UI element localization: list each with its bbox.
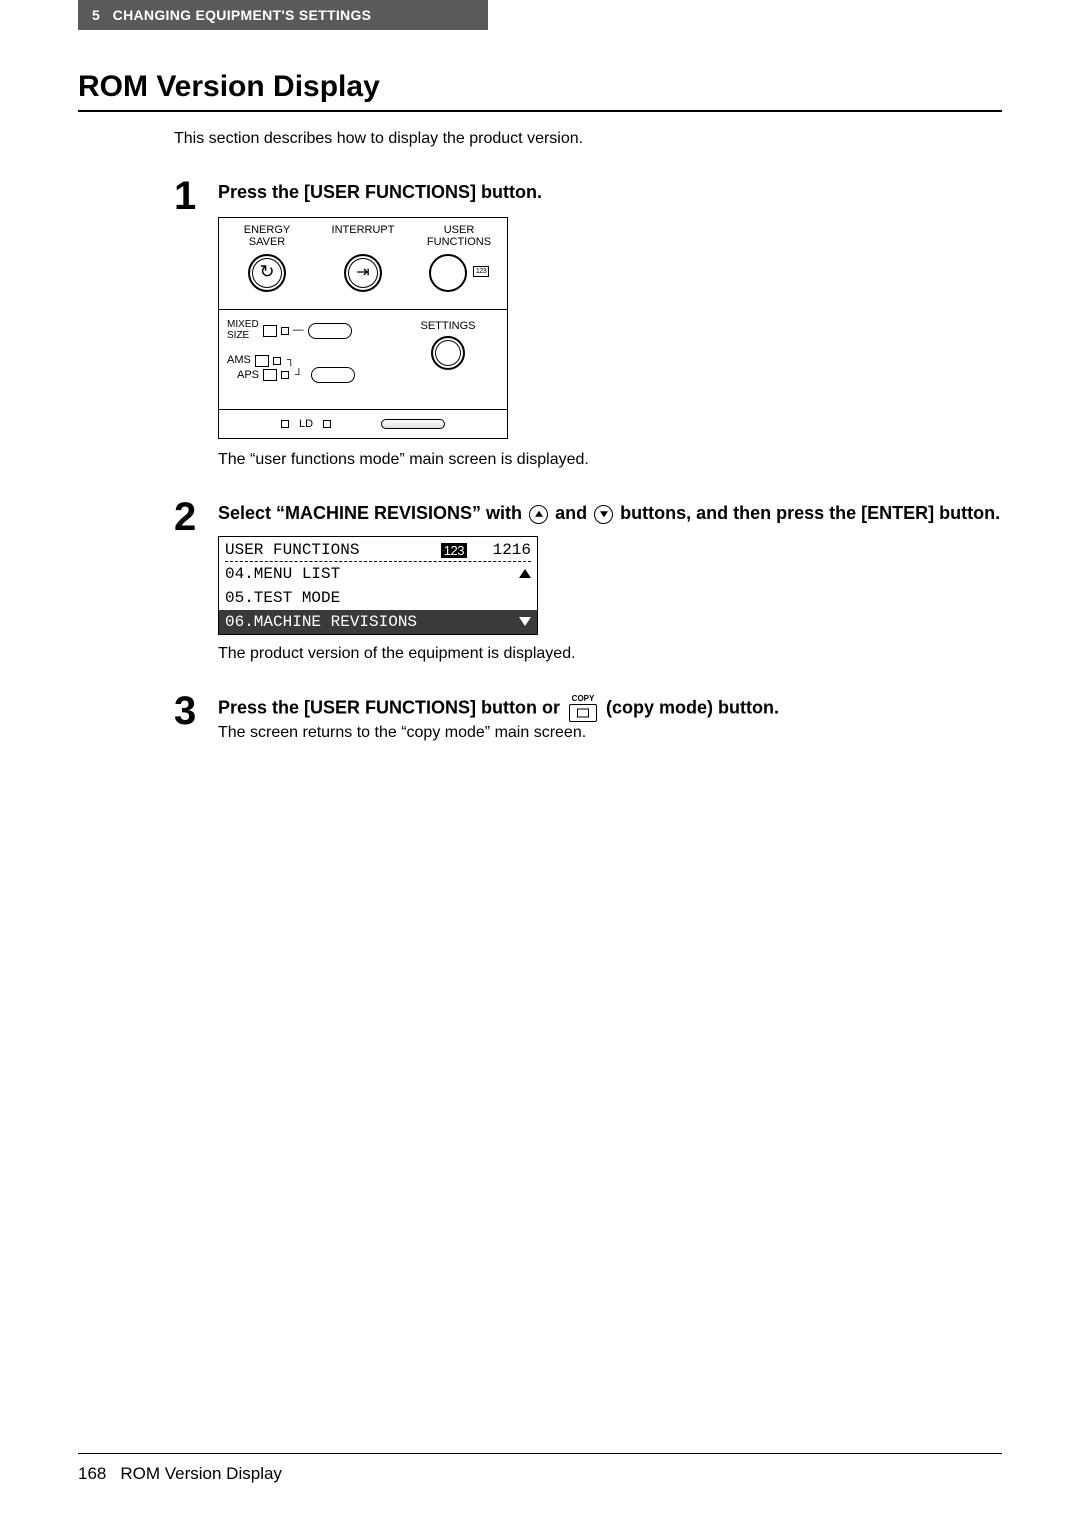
lcd-row-text: 04.MENU LIST [225, 565, 513, 583]
footer-title: ROM Version Display [120, 1464, 282, 1484]
up-arrow-icon [529, 505, 548, 524]
step-1: 1 Press the [USER FUNCTIONS] button. ENE… [174, 176, 1002, 491]
interrupt-cell: INTERRUPT [315, 218, 411, 309]
step-3-heading-a: Press the [USER FUNCTIONS] button or [218, 698, 565, 718]
lcd-row-text: 05.TEST MODE [225, 589, 513, 607]
triangle-down-icon [519, 617, 531, 626]
interrupt-button-icon [344, 254, 382, 292]
slot-icon [381, 419, 445, 429]
copy-label: COPY [569, 695, 597, 703]
mixed-size-icon [263, 325, 277, 337]
lcd-badge: 123 [441, 543, 467, 558]
step-1-note: The “user functions mode” main screen is… [218, 451, 1002, 469]
mixed-size-label: MIXED SIZE [227, 320, 259, 341]
lcd-row-text: 06.MACHINE REVISIONS [225, 613, 513, 631]
user-functions-badge: 123 [473, 266, 489, 277]
intro-text: This section describes how to display th… [174, 130, 1002, 148]
step-2-note: The product version of the equipment is … [218, 645, 1002, 663]
lcd-row: 04.MENU LIST [219, 562, 537, 586]
lcd-row-selected: 06.MACHINE REVISIONS [219, 610, 537, 634]
lcd-screenshot: USER FUNCTIONS 123 1216 04.MENU LIST 05.… [218, 536, 538, 635]
step-3-heading-b: (copy mode) button. [606, 698, 779, 718]
user-functions-label: USER FUNCTIONS [427, 224, 491, 250]
aps-label: APS [237, 366, 259, 385]
copy-mode-button-icon: COPY [569, 695, 597, 722]
chapter-title: CHANGING EQUIPMENT'S SETTINGS [113, 7, 372, 23]
indicator-square-icon [273, 357, 281, 365]
step-number: 3 [174, 691, 212, 764]
step-number: 2 [174, 497, 212, 685]
aps-icon [263, 369, 277, 381]
step-number: 1 [174, 176, 212, 491]
step-3-heading: Press the [USER FUNCTIONS] button or COP… [218, 695, 1002, 722]
oval-button-icon [311, 367, 355, 383]
settings-label: SETTINGS [420, 320, 475, 332]
step-2: 2 Select “MACHINE REVISIONS” with and bu… [174, 497, 1002, 685]
step-2-heading-c: buttons, and then press the [ENTER] butt… [620, 503, 1000, 523]
step-2-heading-b: and [555, 503, 592, 523]
energy-saver-cell: ENERGY SAVER [219, 218, 315, 309]
indicator-square-icon [323, 420, 331, 428]
ams-icon [255, 355, 269, 367]
user-functions-cell: USER FUNCTIONS 123 [411, 218, 507, 309]
indicator-square-icon [281, 371, 289, 379]
indicator-square-icon [281, 420, 289, 428]
user-functions-button-icon [429, 254, 467, 292]
page-title: ROM Version Display [78, 70, 1002, 104]
energy-saver-label: ENERGY SAVER [244, 224, 290, 250]
page-number: 168 [78, 1464, 106, 1484]
page-footer: 168 ROM Version Display [78, 1453, 1002, 1484]
chapter-number: 5 [92, 7, 100, 23]
lcd-row: 05.TEST MODE [219, 586, 537, 610]
settings-button-icon [431, 336, 465, 370]
step-2-heading-a: Select “MACHINE REVISIONS” with [218, 503, 527, 523]
interrupt-label: INTERRUPT [332, 224, 395, 250]
oval-button-icon [308, 323, 352, 339]
lcd-count: 1216 [467, 541, 531, 559]
indicator-square-icon [281, 327, 289, 335]
step-1-heading: Press the [USER FUNCTIONS] button. [218, 180, 1002, 205]
step-3-note: The screen returns to the “copy mode” ma… [218, 724, 1002, 742]
copy-box-icon [569, 704, 597, 722]
energy-saver-button-icon [248, 254, 286, 292]
step-3: 3 Press the [USER FUNCTIONS] button or C… [174, 691, 1002, 764]
title-rule [78, 110, 1002, 112]
triangle-up-icon [519, 569, 531, 578]
control-panel-figure: ENERGY SAVER INTERRUPT USER FUNCTIONS 12… [218, 217, 508, 439]
ld-label: LD [299, 418, 313, 430]
chapter-header: 5 CHANGING EQUIPMENT'S SETTINGS [78, 0, 488, 30]
down-arrow-icon [594, 505, 613, 524]
step-2-heading: Select “MACHINE REVISIONS” with and butt… [218, 501, 1002, 526]
lcd-title: USER FUNCTIONS [225, 541, 441, 559]
